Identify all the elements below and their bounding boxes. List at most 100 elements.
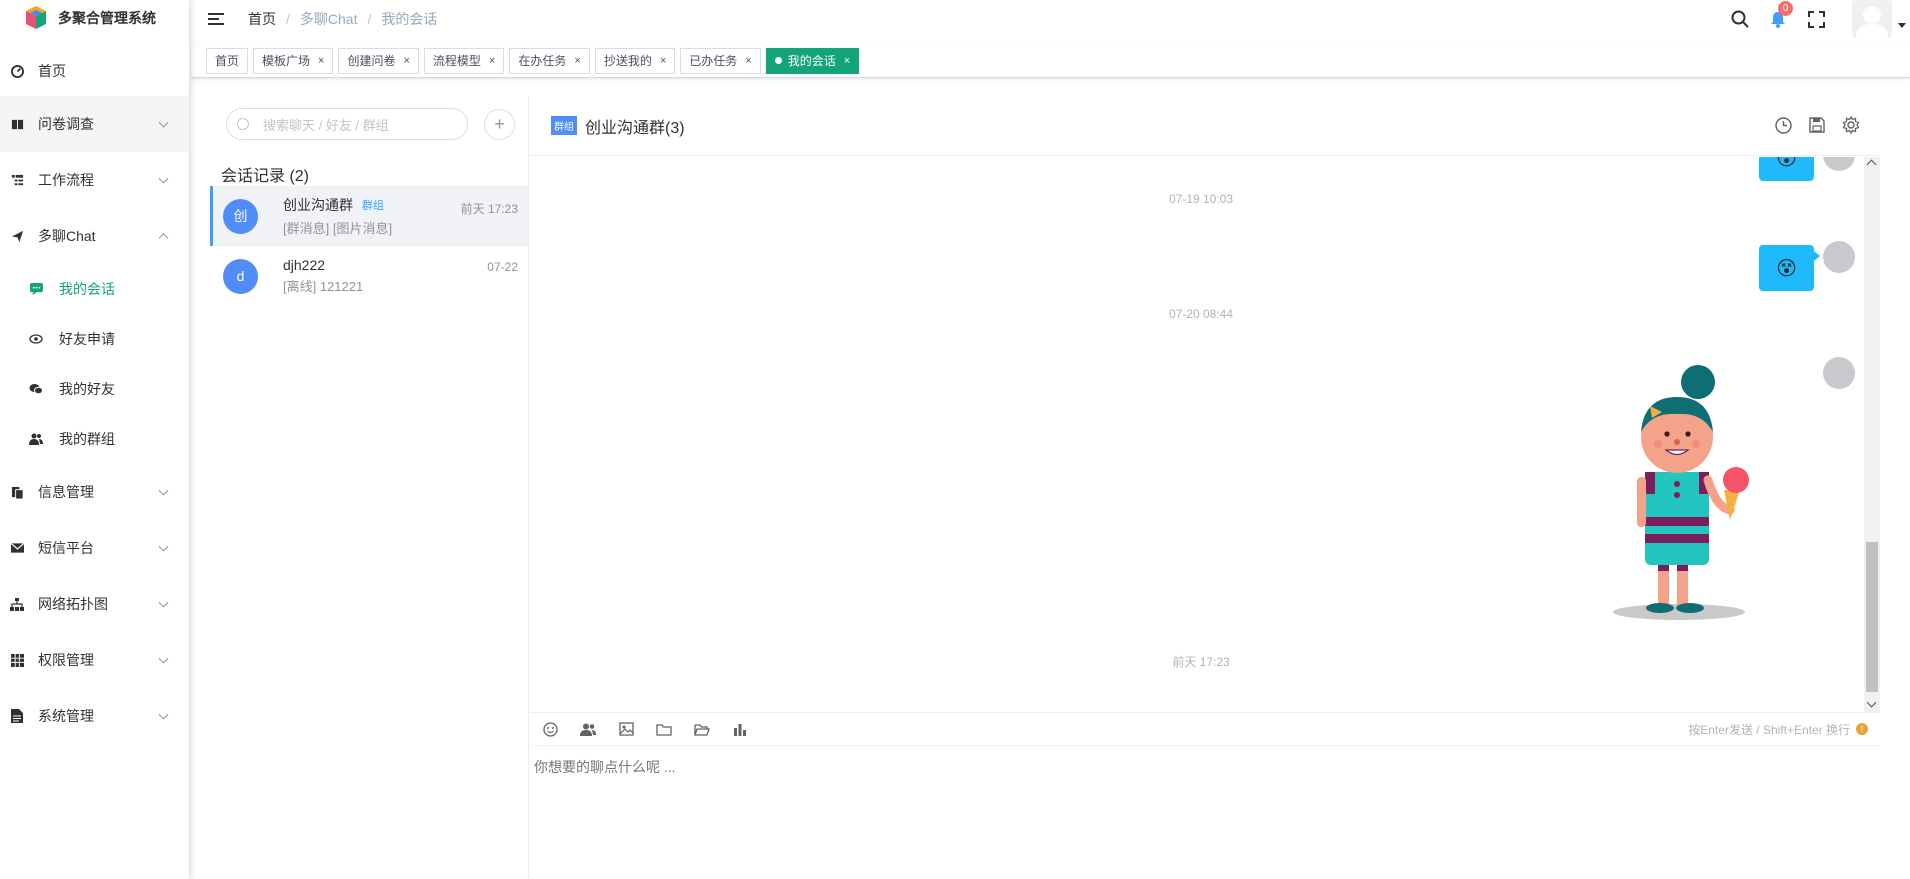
close-icon[interactable]: ×	[403, 55, 409, 67]
menu-label: 我的群组	[59, 431, 115, 447]
conversation-time: 07-22	[487, 260, 518, 274]
search-input[interactable]: 搜索聊天 / 好友 / 群组	[226, 108, 468, 140]
image-message[interactable]	[1612, 362, 1792, 622]
message-timestamp: 前天 17:23	[1172, 655, 1230, 669]
tag-label: 抄送我的	[603, 54, 652, 68]
list-icon	[10, 173, 24, 187]
chevron-down-icon	[158, 173, 169, 184]
hamburger-icon[interactable]	[208, 10, 224, 28]
menu-system-management[interactable]: 系统管理	[0, 688, 189, 744]
scroll-up-icon[interactable]	[1866, 159, 1877, 170]
avatar	[1823, 241, 1855, 273]
chevron-down-icon	[158, 541, 169, 552]
menu-home[interactable]: 首页	[0, 46, 189, 96]
menu-label: 我的好友	[59, 381, 115, 397]
menu-info-management[interactable]: 信息管理	[0, 464, 189, 520]
menu-network-topology[interactable]: 网络拓扑图	[0, 576, 189, 632]
menu-workflow[interactable]: 工作流程	[0, 152, 189, 208]
tag-home[interactable]: 首页	[206, 47, 249, 74]
scrollbar-thumb[interactable]	[1866, 542, 1878, 692]
conversation-panel: 搜索聊天 / 好友 / 群组 + 会话记录 (2) 创 创业沟通群 群组 [群消…	[210, 96, 529, 879]
sidebar-item-my-conversations[interactable]: 我的会话	[0, 264, 189, 314]
sidebar-item-my-friends[interactable]: 我的好友	[0, 364, 189, 414]
logo-icon	[22, 5, 50, 31]
conversation-preview: [离线] 121221	[283, 279, 364, 294]
tag-cc-me[interactable]: 抄送我的 ×	[594, 47, 676, 74]
dashboard-icon	[10, 64, 24, 78]
add-button[interactable]: +	[484, 108, 515, 140]
history-icon[interactable]	[1774, 116, 1792, 134]
users-icon[interactable]	[580, 721, 596, 737]
search-placeholder: 搜索聊天 / 好友 / 群组	[263, 117, 389, 133]
conversation-item[interactable]: 创 创业沟通群 群组 [群消息] [图片消息] 前天 17:23	[210, 186, 528, 246]
chat-header: 群组 创业沟通群(3)	[530, 96, 1880, 156]
notification-badge: 0	[1778, 1, 1793, 16]
menu-label: 问卷调查	[38, 116, 94, 132]
table-icon	[10, 653, 24, 667]
fullscreen-icon[interactable]	[1806, 9, 1826, 29]
conversation-item[interactable]: d djh222 [离线] 121221 07-22	[210, 246, 528, 306]
tag-process-model[interactable]: 流程模型 ×	[423, 47, 505, 74]
navbar: 首页 / 多聊Chat / 我的会话 0	[191, 0, 1910, 38]
scroll-down-icon[interactable]	[1866, 697, 1877, 708]
bell-icon[interactable]: 0	[1768, 1, 1793, 29]
emoji: 😵	[1776, 157, 1797, 170]
book-icon	[10, 117, 24, 131]
sidebar-item-friend-requests[interactable]: 好友申请	[0, 314, 189, 364]
scrollbar[interactable]	[1864, 157, 1880, 712]
input-toolbar: 按Enter发送 / Shift+Enter 换行 !	[530, 712, 1880, 746]
folder-icon[interactable]	[656, 721, 672, 737]
tag-template-square[interactable]: 模板广场 ×	[253, 47, 334, 74]
folder-open-icon[interactable]	[694, 721, 710, 737]
conversation-name: 创业沟通群	[283, 197, 353, 213]
group-badge: 群组	[551, 116, 577, 135]
close-icon[interactable]: ×	[489, 55, 495, 67]
breadcrumb-separator: /	[286, 11, 290, 27]
user-avatar[interactable]	[1852, 0, 1892, 38]
tag-my-conversations[interactable]: 我的会话 ×	[765, 47, 860, 74]
message-input[interactable]	[530, 747, 1880, 877]
menu-survey[interactable]: 问卷调查	[0, 96, 189, 152]
message-area: 😵 07-19 10:03 😵 07-20 08:44 前天 17:23	[530, 157, 1872, 712]
tag-label: 创建问卷	[347, 54, 396, 68]
breadcrumb-chat: 多聊Chat	[299, 11, 358, 27]
menu-sms-platform[interactable]: 短信平台	[0, 520, 189, 576]
save-icon[interactable]	[1808, 116, 1826, 134]
menu-label: 我的会话	[59, 281, 115, 297]
breadcrumb-current: 我的会话	[381, 11, 438, 27]
image-icon[interactable]	[618, 721, 634, 737]
tag-pending-tasks[interactable]: 在办任务 ×	[509, 47, 590, 74]
message-bubble: 😵	[1759, 157, 1814, 181]
close-icon[interactable]: ×	[318, 55, 324, 67]
chevron-down-icon	[158, 709, 169, 720]
sidebar-item-my-groups[interactable]: 我的群组	[0, 414, 189, 464]
tag-label: 已办任务	[689, 54, 738, 68]
wechat-icon	[29, 382, 43, 396]
app-title: 多聚合管理系统	[58, 10, 156, 26]
menu-chat[interactable]: 多聊Chat	[0, 208, 189, 264]
close-icon[interactable]: ×	[844, 55, 850, 67]
avatar: d	[223, 258, 258, 294]
tag-done-tasks[interactable]: 已办任务 ×	[680, 47, 761, 74]
bar-chart-icon[interactable]	[732, 721, 748, 737]
close-icon[interactable]: ×	[574, 55, 580, 67]
chevron-down-icon	[158, 485, 169, 496]
menu-label: 工作流程	[38, 172, 94, 188]
emoji-icon[interactable]	[542, 721, 558, 737]
caret-down-icon[interactable]	[1898, 23, 1906, 28]
eye-icon	[29, 332, 43, 346]
conversation-list-title: 会话记录 (2)	[221, 168, 310, 185]
search-icon[interactable]	[1730, 9, 1750, 29]
send-hint: 按Enter发送 / Shift+Enter 换行 !	[1688, 721, 1868, 738]
avatar	[1823, 357, 1855, 389]
search-icon	[237, 118, 249, 130]
active-dot	[774, 57, 782, 64]
menu-permission-management[interactable]: 权限管理	[0, 632, 189, 688]
tag-label: 模板广场	[262, 54, 311, 68]
send-icon	[10, 229, 24, 243]
gear-icon[interactable]	[1842, 116, 1860, 134]
close-icon[interactable]: ×	[745, 55, 751, 67]
breadcrumb-home[interactable]: 首页	[248, 9, 276, 29]
close-icon[interactable]: ×	[660, 55, 666, 67]
tag-create-survey[interactable]: 创建问卷 ×	[338, 47, 419, 74]
